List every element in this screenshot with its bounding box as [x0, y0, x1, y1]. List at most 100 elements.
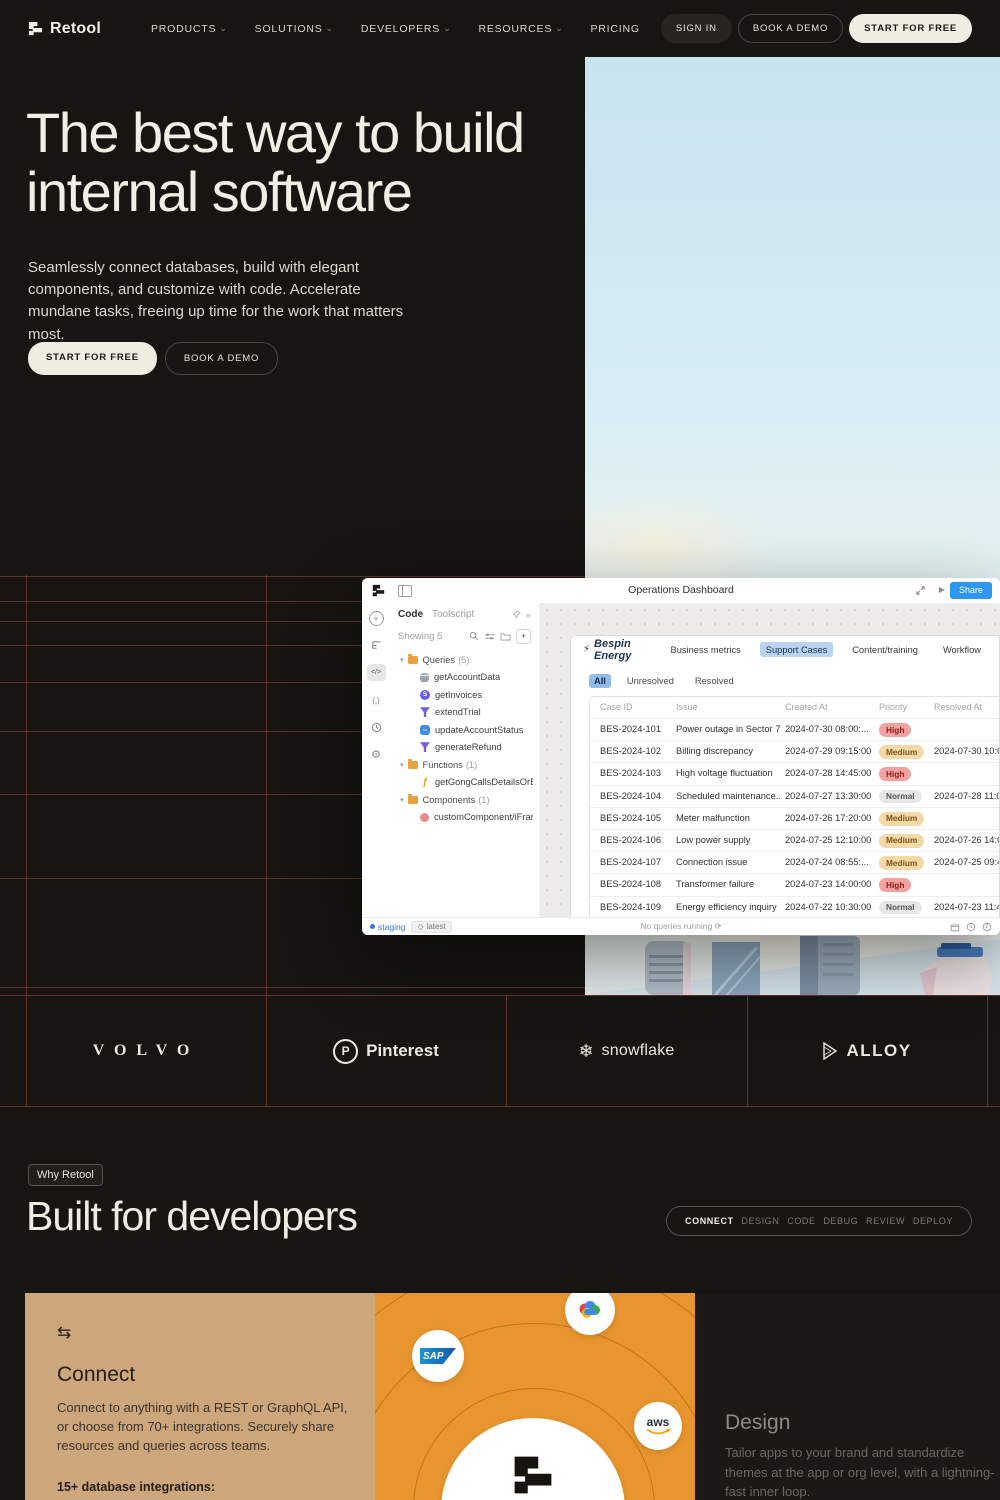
app-nav-tab[interactable]: Business metrics — [665, 642, 747, 657]
design-description: Tailor apps to your brand and standardiz… — [725, 1443, 997, 1500]
filter-tab[interactable]: Unresolved — [622, 674, 679, 688]
query-label: extendTrial — [435, 707, 481, 717]
column-header[interactable]: Resolved At — [934, 697, 1000, 718]
archive-icon[interactable] — [950, 922, 960, 932]
query-tree-item[interactable]: updateAccountStatus — [390, 721, 533, 739]
bespin-energy-logo: ⚡ Bespin Energy — [583, 638, 643, 662]
query-tree-item[interactable]: getGongCallsDetailsOrEmpty — [390, 774, 533, 792]
logo-volvo: VOLVO — [26, 996, 266, 1106]
table-row[interactable]: BES-2024-102 Billing discrepancy 2024-07… — [590, 740, 1000, 762]
issue-cell: Billing discrepancy — [676, 741, 780, 762]
case-id-cell: BES-2024-109 — [600, 897, 666, 918]
add-icon[interactable]: + — [369, 611, 384, 626]
feature-tab[interactable]: DEBUG — [823, 1216, 858, 1226]
nav-links: PRODUCTS ⌄ SOLUTIONS ⌄ DEVELOPERS ⌄ RESO… — [151, 23, 643, 35]
query-tree-item[interactable]: ▾ Functions (1) — [390, 756, 533, 774]
start-free-button[interactable]: START FOR FREE — [849, 14, 972, 43]
feature-tab[interactable]: CODE — [787, 1216, 815, 1226]
hero-book-demo-button[interactable]: BOOK A DEMO — [165, 342, 278, 375]
filter-tab[interactable]: Resolved — [690, 674, 739, 688]
nav-link[interactable]: PRICING — [591, 23, 643, 35]
priority-cell: Normal — [879, 897, 931, 919]
bolt-icon: ⚡ — [583, 644, 590, 655]
column-header[interactable]: Issue — [676, 697, 780, 718]
play-icon[interactable]: ▶ — [939, 584, 945, 596]
clock-icon[interactable] — [966, 922, 976, 932]
table-row[interactable]: BES-2024-101 Power outage in Sector 7 20… — [590, 718, 1000, 740]
issue-cell: Low power supply — [676, 830, 780, 851]
integrations-label: 15+ database integrations: — [57, 1480, 343, 1494]
priority-badge: Normal — [879, 790, 922, 804]
filter-sliders-icon[interactable] — [484, 632, 495, 641]
expand-icon[interactable] — [915, 585, 926, 596]
table-row[interactable]: BES-2024-104 Scheduled maintenance... 20… — [590, 785, 1000, 807]
state-icon[interactable]: {;} — [368, 692, 384, 708]
filter-tab[interactable]: All — [589, 674, 611, 688]
hero-start-free-button[interactable]: START FOR FREE — [28, 342, 157, 375]
feature-tab[interactable]: DESIGN — [741, 1216, 779, 1226]
history-icon[interactable] — [368, 719, 384, 735]
search-icon[interactable] — [469, 631, 479, 641]
query-tree-item[interactable]: generateRefund — [390, 739, 533, 757]
app-nav-tab[interactable]: Workflow — [937, 642, 987, 657]
share-button[interactable]: Share — [950, 582, 992, 599]
sap-logo: SAP — [420, 1348, 456, 1364]
created-at-cell: 2024-07-22 10:30:00 — [785, 897, 873, 918]
code-panel-icon[interactable]: </> — [367, 664, 386, 681]
table-row[interactable]: BES-2024-105 Meter malfunction 2024-07-2… — [590, 807, 1000, 829]
feature-tab[interactable]: REVIEW — [866, 1216, 905, 1226]
google-cloud-icon — [577, 1300, 603, 1320]
created-at-cell: 2024-07-30 08:00:... — [785, 719, 873, 740]
query-tree-item[interactable]: getInvoices — [390, 686, 533, 704]
query-tree-item[interactable]: customComponent/iFrameC… — [390, 809, 533, 827]
created-at-cell: 2024-07-24 08:55:... — [785, 852, 873, 873]
sign-in-button[interactable]: SIGN IN — [661, 14, 732, 43]
collapse-panel-icon[interactable]: « — [526, 610, 531, 620]
nav-link[interactable]: DEVELOPERS ⌄ — [361, 23, 452, 35]
new-query-button[interactable]: + — [516, 629, 531, 644]
priority-badge: Normal — [879, 901, 922, 915]
column-header[interactable]: Case ID — [600, 697, 666, 718]
table-row[interactable]: BES-2024-103 High voltage fluctuation 20… — [590, 762, 1000, 784]
case-id-cell: BES-2024-103 — [600, 763, 666, 784]
table-row[interactable]: BES-2024-106 Low power supply 2024-07-25… — [590, 829, 1000, 851]
app-nav-tab[interactable]: Content/training — [846, 642, 924, 657]
table-row[interactable]: BES-2024-109 Energy efficiency inquiry 2… — [590, 896, 1000, 918]
priority-cell: Normal — [879, 786, 931, 808]
book-demo-button[interactable]: BOOK A DEMO — [738, 14, 843, 43]
feature-tab[interactable]: CONNECT — [685, 1216, 734, 1226]
app-nav-tab[interactable]: Support Cases — [760, 642, 834, 657]
chevron-down-icon: ⌄ — [326, 23, 334, 34]
query-tree-item[interactable]: ▾ Components (1) — [390, 791, 533, 809]
code-panel-header: Code Toolscript « — [390, 603, 539, 626]
design-title: Design — [725, 1411, 790, 1435]
table-row[interactable]: BES-2024-107 Connection issue 2024-07-24… — [590, 851, 1000, 873]
gear-icon[interactable]: ⚙ — [368, 746, 384, 762]
nav-link[interactable]: SOLUTIONS ⌄ — [255, 23, 334, 35]
sap-bubble: SAP — [412, 1330, 464, 1382]
pin-icon[interactable] — [512, 610, 521, 619]
query-tree-item[interactable]: ▾ Queries (5) — [390, 651, 533, 669]
nav-actions: SIGN IN BOOK A DEMO START FOR FREE — [661, 14, 972, 43]
issue-cell: Connection issue — [676, 852, 780, 873]
priority-badge: Medium — [879, 812, 924, 826]
new-folder-icon[interactable] — [500, 632, 511, 641]
column-header[interactable]: Created At — [785, 697, 873, 718]
tree-view-icon[interactable] — [368, 637, 384, 653]
nav-link[interactable]: RESOURCES ⌄ — [478, 23, 563, 35]
query-tree-item[interactable]: getAccountData — [390, 669, 533, 687]
timer-icon[interactable] — [982, 922, 992, 932]
feature-tab[interactable]: DEPLOY — [913, 1216, 953, 1226]
tab-toolscript[interactable]: Toolscript — [432, 609, 474, 620]
issue-cell: High voltage fluctuation — [676, 763, 780, 784]
connect-description: Connect to anything with a REST or Graph… — [57, 1399, 357, 1456]
query-label: customComponent/iFrameC… — [434, 812, 533, 822]
retool-logo[interactable]: Retool — [28, 20, 101, 38]
chevron-down-icon: ⌄ — [443, 23, 451, 34]
table-row[interactable]: BES-2024-108 Transformer failure 2024-07… — [590, 873, 1000, 895]
tab-code[interactable]: Code — [398, 609, 423, 620]
query-tree-item[interactable]: extendTrial — [390, 704, 533, 722]
column-header[interactable]: Priority — [879, 697, 931, 718]
case-id-cell: BES-2024-101 — [600, 719, 666, 740]
nav-link[interactable]: PRODUCTS ⌄ — [151, 23, 228, 35]
